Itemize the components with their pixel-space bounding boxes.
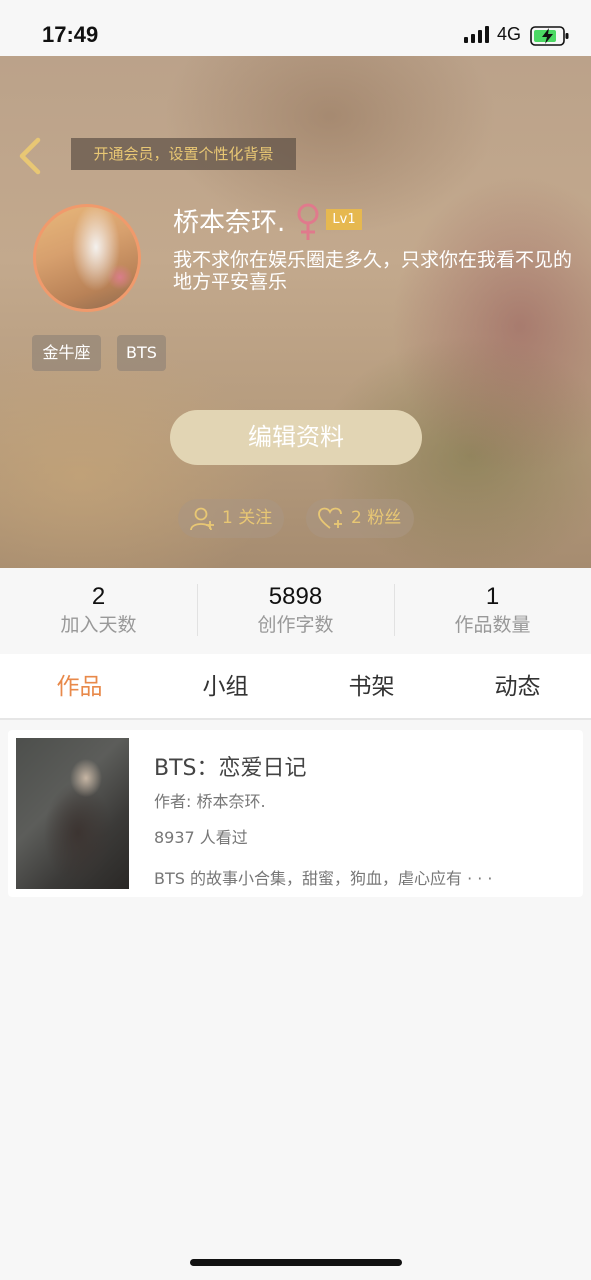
fans-count: 2 粉丝	[351, 508, 402, 528]
fans-button[interactable]: 2 粉丝	[306, 499, 414, 538]
stat-label: 作品数量	[454, 614, 531, 636]
status-time: 17:49	[42, 22, 99, 47]
tab-groups[interactable]: 小组	[152, 654, 299, 720]
network-type: 4G	[497, 24, 522, 44]
stat-label: 创作字数	[257, 614, 334, 636]
work-card[interactable]: BTS：恋爱日记 作者: 桥本奈环. 8937 人看过 BTS 的故事小合集，甜…	[8, 730, 583, 897]
female-icon	[297, 203, 319, 240]
profile-tabs: 作品 小组 书架 动态	[0, 654, 591, 720]
back-button[interactable]	[14, 136, 46, 176]
battery-charging-icon	[530, 26, 569, 46]
tag-interest[interactable]: BTS	[117, 335, 166, 371]
tab-bookshelf[interactable]: 书架	[298, 654, 445, 720]
heart-plus-icon	[318, 507, 342, 529]
following-button[interactable]: 1 关注	[178, 499, 284, 538]
edit-profile-button[interactable]: 编辑资料	[170, 410, 422, 465]
work-author: 作者: 桥本奈环.	[154, 792, 266, 811]
work-title: BTS：恋爱日记	[154, 756, 307, 781]
stat-label: 加入天数	[60, 614, 137, 636]
avatar[interactable]	[33, 204, 141, 312]
stat-join-days: 2 加入天数	[0, 582, 197, 638]
tag-zodiac[interactable]: 金牛座	[32, 335, 101, 371]
username: 桥本奈环.	[173, 208, 286, 238]
work-view-count: 8937 人看过	[154, 828, 248, 847]
add-user-icon	[190, 507, 214, 531]
signal-icon	[464, 26, 489, 43]
stat-value: 2	[91, 583, 106, 610]
stat-work-count: 1 作品数量	[394, 582, 591, 638]
vip-background-prompt[interactable]: 开通会员，设置个性化背景	[71, 138, 296, 170]
stat-value: 5898	[268, 583, 323, 610]
work-description: BTS 的故事小合集，甜蜜，狗血，虐心应有 · · ·	[154, 869, 493, 888]
profile-stats: 2 加入天数 5898 创作字数 1 作品数量	[0, 568, 591, 654]
stat-word-count: 5898 创作字数	[197, 582, 394, 638]
status-bar: 17:49 4G	[0, 0, 591, 56]
work-cover-image[interactable]	[16, 738, 129, 889]
profile-header: 开通会员，设置个性化背景 桥本奈环. Lv1 我不求你在娱乐圈走多久，只求你在我…	[0, 56, 591, 568]
tab-works[interactable]: 作品	[6, 654, 153, 720]
profile-signature: 我不求你在娱乐圈走多久，只求你在我看不见的地方平安喜乐	[173, 249, 573, 293]
stat-value: 1	[485, 583, 500, 610]
tab-activity[interactable]: 动态	[444, 654, 591, 720]
home-indicator	[190, 1259, 402, 1266]
following-count: 1 关注	[222, 508, 273, 528]
level-badge: Lv1	[326, 209, 362, 230]
